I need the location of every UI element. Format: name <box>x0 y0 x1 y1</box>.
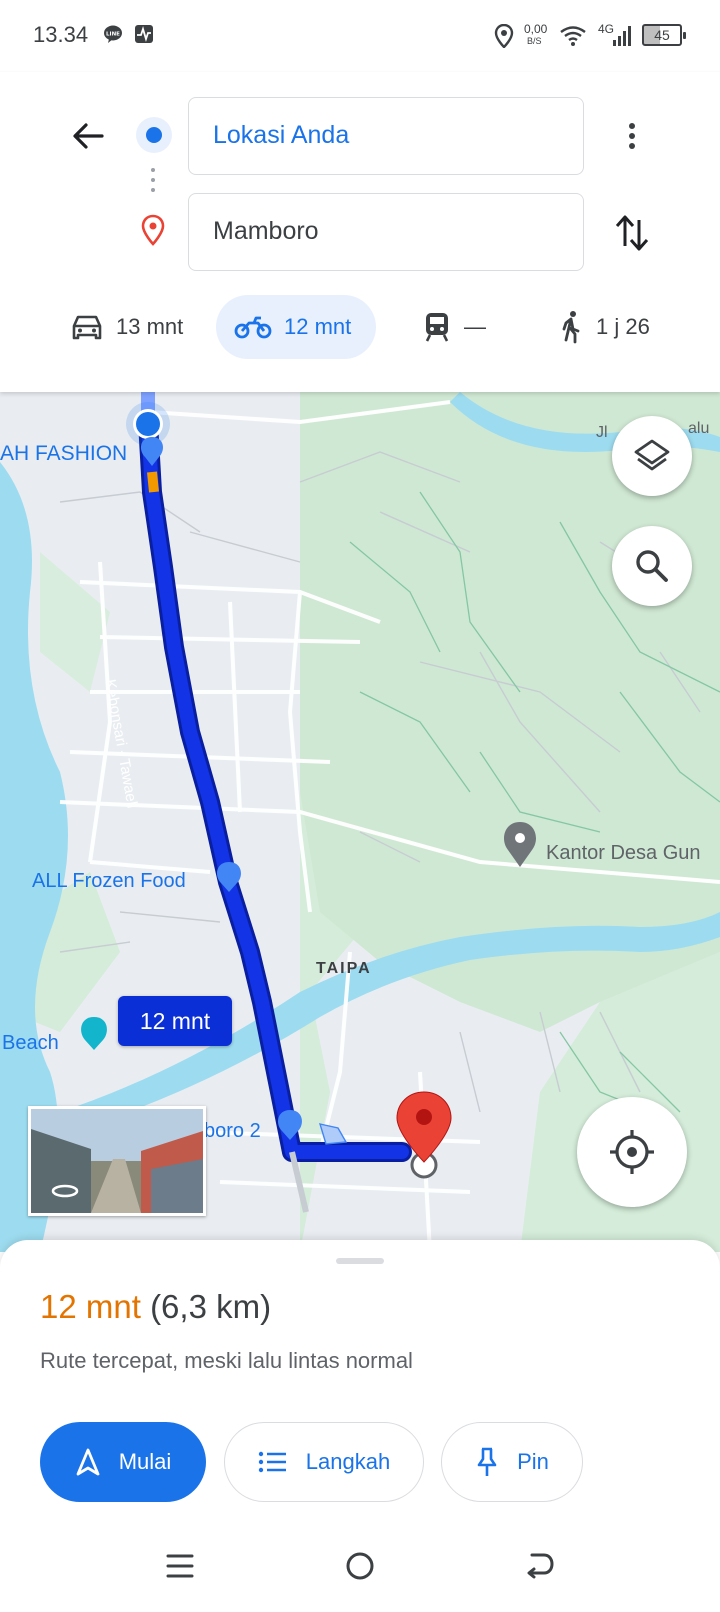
mode-motorcycle-label: 12 mnt <box>284 314 352 339</box>
map-label-taipa: TAIPA <box>316 960 372 977</box>
status-time: 13.34 <box>33 22 89 47</box>
map-label-beach[interactable]: Beach <box>2 1032 59 1055</box>
route-distance: (6,3 km) <box>150 1288 272 1325</box>
destination-field[interactable]: Mamboro <box>188 193 584 271</box>
mode-walk[interactable]: 1 j 26 <box>540 295 668 359</box>
walk-icon <box>562 311 580 344</box>
travel-modes: 13 mnt 12 mnt — 1 j 26 <box>0 295 720 361</box>
my-location-button[interactable] <box>577 1097 687 1207</box>
my-location-icon <box>610 1130 654 1174</box>
navigation-arrow-icon <box>76 1448 100 1476</box>
mode-transit[interactable]: — <box>404 295 504 359</box>
layers-icon <box>634 439 670 471</box>
wifi-icon <box>560 26 586 51</box>
steps-button-label: Langkah <box>305 1449 391 1474</box>
back-nav-icon <box>527 1553 554 1579</box>
home-circle-icon <box>346 1552 374 1580</box>
pin-button[interactable]: Pin <box>441 1422 583 1502</box>
list-icon <box>258 1451 286 1473</box>
home-button[interactable] <box>336 1542 384 1590</box>
street-view-image <box>31 1109 203 1213</box>
pin-icon <box>477 1447 497 1476</box>
route-summary: 12 mnt (6,3 km) <box>40 1288 271 1326</box>
line-app-icon: LINE <box>103 24 123 49</box>
directions-header: Lokasi Anda Mamboro 13 mnt 12 mnt — 1 j … <box>0 72 720 392</box>
search-along-route-button[interactable] <box>612 526 692 606</box>
map-label-mart[interactable]: boro 2 <box>204 1120 261 1143</box>
layers-button[interactable] <box>612 416 692 496</box>
map-label-fashion[interactable]: AH FASHION <box>0 442 127 466</box>
mode-transit-label: — <box>464 314 486 339</box>
system-nav-bar <box>0 1520 720 1612</box>
battery-icon: 45 <box>642 24 686 46</box>
svg-text:LINE: LINE <box>106 32 120 38</box>
sheet-drag-handle[interactable] <box>336 1258 384 1264</box>
mode-motorcycle[interactable]: 12 mnt <box>216 295 376 359</box>
recents-button[interactable] <box>156 1542 204 1590</box>
mode-car[interactable]: 13 mnt <box>52 295 201 359</box>
motorcycle-icon <box>234 316 272 339</box>
connector-dots-icon <box>151 168 155 198</box>
map-label-road-partial-right: alu <box>688 420 710 437</box>
back-button[interactable] <box>64 112 112 160</box>
net-speed-value: 0,00 <box>524 22 548 36</box>
activity-icon <box>134 24 154 49</box>
more-options-button[interactable] <box>614 118 650 154</box>
more-vert-icon <box>629 123 635 149</box>
map-label-frozen-food[interactable]: ALL Frozen Food <box>32 870 186 893</box>
location-icon <box>494 23 514 53</box>
start-button[interactable]: Mulai <box>40 1422 206 1502</box>
pin-button-label: Pin <box>517 1449 549 1474</box>
route-description: Rute tercepat, meski lalu lintas normal <box>40 1348 413 1373</box>
destination-pin-icon <box>140 214 166 251</box>
origin-field[interactable]: Lokasi Anda <box>188 97 584 175</box>
map-label-kantor[interactable]: Kantor Desa Gun <box>546 842 701 865</box>
search-icon <box>636 550 668 582</box>
status-bar: 13.34 LINE 0,00 B/S 4G 45 <box>0 0 720 72</box>
street-view-thumbnail[interactable] <box>28 1106 206 1216</box>
map-view[interactable]: AH FASHION Jl alu Kebonsari - Tawaeli AL… <box>0 392 720 1252</box>
signal-icon <box>612 26 634 51</box>
net-speed-unit: B/S <box>527 36 542 46</box>
route-duration-chip[interactable]: 12 mnt <box>118 996 232 1046</box>
origin-dot-icon <box>136 117 172 153</box>
swap-locations-button[interactable] <box>612 210 652 256</box>
mode-walk-label: 1 j 26 <box>596 314 650 339</box>
start-button-label: Mulai <box>118 1449 172 1474</box>
arrow-back-icon <box>73 123 104 149</box>
route-duration: 12 mnt <box>40 1288 141 1325</box>
train-icon <box>425 313 449 342</box>
back-nav-button[interactable] <box>516 1542 564 1590</box>
swap-vert-icon <box>615 215 649 251</box>
car-icon <box>72 315 102 340</box>
map-label-road-partial: Jl <box>596 424 608 441</box>
mode-car-label: 13 mnt <box>116 314 184 339</box>
menu-icon <box>166 1554 194 1578</box>
steps-button[interactable]: Langkah <box>224 1422 424 1502</box>
